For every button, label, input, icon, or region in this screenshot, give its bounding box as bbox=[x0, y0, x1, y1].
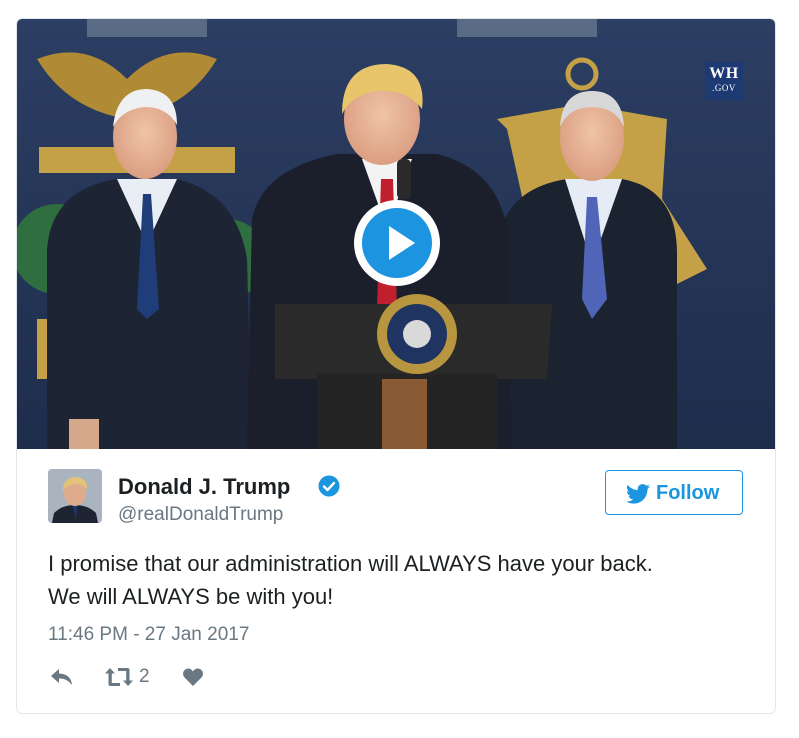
avatar-image bbox=[48, 469, 102, 523]
wh-gov-logo: WH .GOV bbox=[705, 62, 743, 100]
retweet-count: 2 bbox=[139, 666, 150, 687]
verified-badge-icon bbox=[318, 475, 340, 497]
play-button[interactable] bbox=[354, 200, 440, 286]
tweet-text-line: We will ALWAYS be with you! bbox=[48, 584, 334, 609]
heart-icon[interactable] bbox=[181, 665, 205, 689]
twitter-bird-icon bbox=[626, 484, 650, 504]
play-icon-circle bbox=[362, 208, 432, 278]
follow-button[interactable]: Follow bbox=[605, 470, 743, 515]
display-name[interactable]: Donald J. Trump bbox=[118, 474, 290, 500]
follow-label: Follow bbox=[656, 482, 720, 504]
play-icon bbox=[389, 226, 415, 260]
user-handle[interactable]: @realDonaldTrump bbox=[118, 503, 283, 527]
tweet-card: WH .GOV Donald J. Trump @realDonaldTrump… bbox=[16, 18, 776, 714]
retweet-icon[interactable] bbox=[103, 664, 135, 690]
reply-icon[interactable] bbox=[48, 665, 76, 689]
tweet-timestamp[interactable]: 11:46 PM - 27 Jan 2017 bbox=[48, 623, 249, 647]
avatar[interactable] bbox=[48, 469, 102, 523]
tweet-text: I promise that our administration will A… bbox=[48, 547, 748, 613]
tweet-text-line: I promise that our administration will A… bbox=[48, 551, 653, 576]
video-player[interactable]: WH .GOV bbox=[17, 19, 775, 449]
